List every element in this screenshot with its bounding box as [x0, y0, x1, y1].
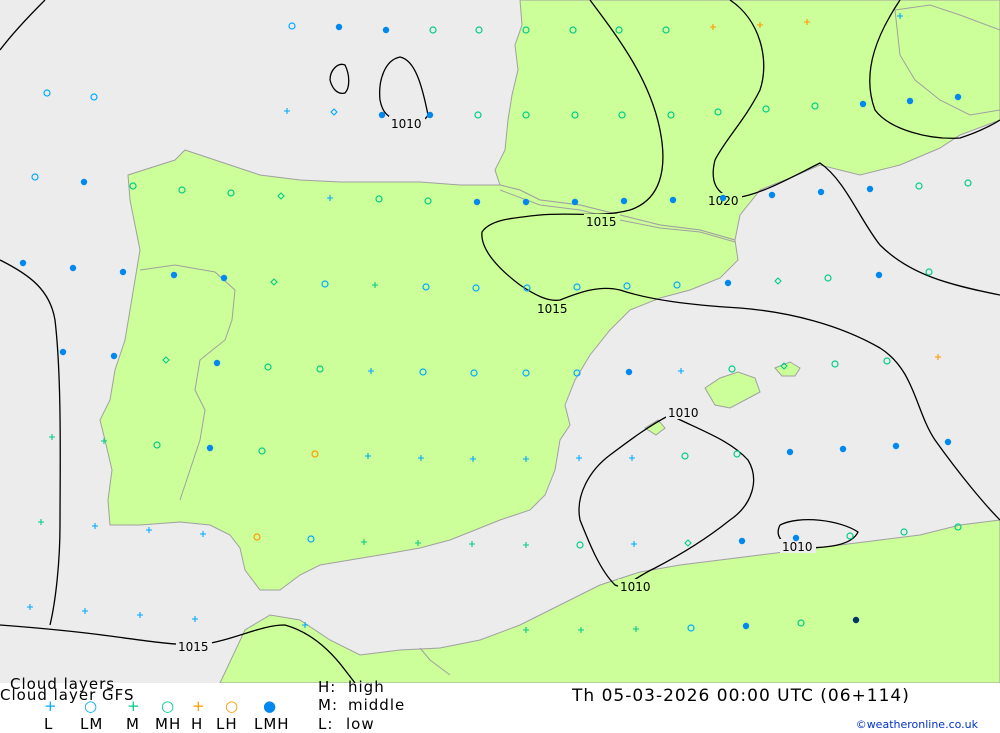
- cloud-symbol-filled: [719, 194, 727, 202]
- legend-label-lmh: LMH: [254, 715, 290, 733]
- isobar-label: 1010: [620, 580, 651, 594]
- cloud-symbol-filled: [944, 438, 952, 446]
- legend-label-lm: LM: [80, 715, 104, 733]
- cloud-symbol-filled: [792, 534, 800, 542]
- cloud-symbol-filled: [473, 198, 481, 206]
- cloud-symbol-filled: [875, 271, 883, 279]
- credit: ©weatheronline.co.uk: [855, 718, 978, 731]
- legend-label-mh: MH: [155, 715, 182, 733]
- cloud-symbol-filled: [625, 368, 633, 376]
- legend-symbol-lmh: ●: [263, 697, 277, 715]
- key-low-code: L:: [318, 715, 334, 733]
- cloud-symbol-filled: [110, 352, 118, 360]
- legend-bar: Cloud layers Cloud layer GFS + ○ + ○ + ○…: [0, 675, 1000, 733]
- cloud-symbol-filled: [69, 264, 77, 272]
- cloud-symbol-filled: [19, 259, 27, 267]
- cloud-symbol-filled: [378, 111, 386, 119]
- isobar-label: 1010: [668, 406, 699, 420]
- cloud-symbol-filled: [852, 616, 860, 624]
- cloud-symbol-filled: [119, 268, 127, 276]
- legend-label-m: M: [126, 715, 140, 733]
- cloud-symbol-filled: [335, 23, 343, 31]
- cloud-symbol-filled: [220, 274, 228, 282]
- isobar-label: 1010: [782, 540, 813, 554]
- datetime: Th 05-03-2026 00:00 UTC (06+114): [572, 686, 910, 706]
- cloud-symbol-filled: [669, 196, 677, 204]
- cloud-symbol-filled: [866, 185, 874, 193]
- key-low-desc: low: [346, 715, 375, 733]
- cloud-symbol-filled: [892, 442, 900, 450]
- legend-symbol-l: +: [44, 697, 57, 715]
- cloud-symbol-filled: [859, 100, 867, 108]
- legend-label-lh: LH: [216, 715, 238, 733]
- key-high-code: H:: [318, 678, 337, 696]
- cloud-symbol-filled: [738, 537, 746, 545]
- cloud-symbol-filled: [742, 622, 750, 630]
- cloud-symbol-filled: [382, 26, 390, 34]
- isobar-label: 1015: [537, 302, 568, 316]
- isobar-label: 1010: [391, 117, 422, 131]
- cloud-symbol-filled: [786, 448, 794, 456]
- key-middle-code: M:: [318, 696, 338, 714]
- cloud-symbol-filled: [906, 97, 914, 105]
- weather-map: 1010 1015 1020 1015 1010 1010 1010 1015: [0, 0, 1000, 684]
- legend-symbol-mh: ○: [161, 697, 175, 715]
- cloud-symbol-filled: [213, 359, 221, 367]
- legend-symbol-h: +: [192, 697, 205, 715]
- cloud-symbol-filled: [620, 197, 628, 205]
- isobar-label: 1015: [586, 215, 617, 229]
- cloud-symbol-filled: [59, 348, 67, 356]
- cloud-symbol-filled: [724, 279, 732, 287]
- cloud-symbol-filled: [817, 188, 825, 196]
- isobar-label: 1015: [178, 640, 209, 654]
- legend-symbol-lh: ○: [225, 697, 239, 715]
- title-line2: Cloud layer GFS: [0, 686, 135, 704]
- legend-label-l: L: [44, 715, 54, 733]
- legend-symbol-m: +: [127, 697, 140, 715]
- cloud-symbol-filled: [571, 198, 579, 206]
- legend-symbol-lm: ○: [84, 697, 98, 715]
- cloud-symbol-filled: [768, 191, 776, 199]
- cloud-symbol-filled: [426, 111, 434, 119]
- cloud-symbol-filled: [80, 178, 88, 186]
- key-high-desc: high: [348, 678, 385, 696]
- cloud-symbol-filled: [839, 445, 847, 453]
- cloud-symbol-filled: [206, 444, 214, 452]
- legend-label-h: H: [191, 715, 204, 733]
- cloud-symbol-filled: [170, 271, 178, 279]
- key-middle-desc: middle: [348, 696, 406, 714]
- cloud-symbol-filled: [522, 198, 530, 206]
- cloud-symbol-filled: [954, 93, 962, 101]
